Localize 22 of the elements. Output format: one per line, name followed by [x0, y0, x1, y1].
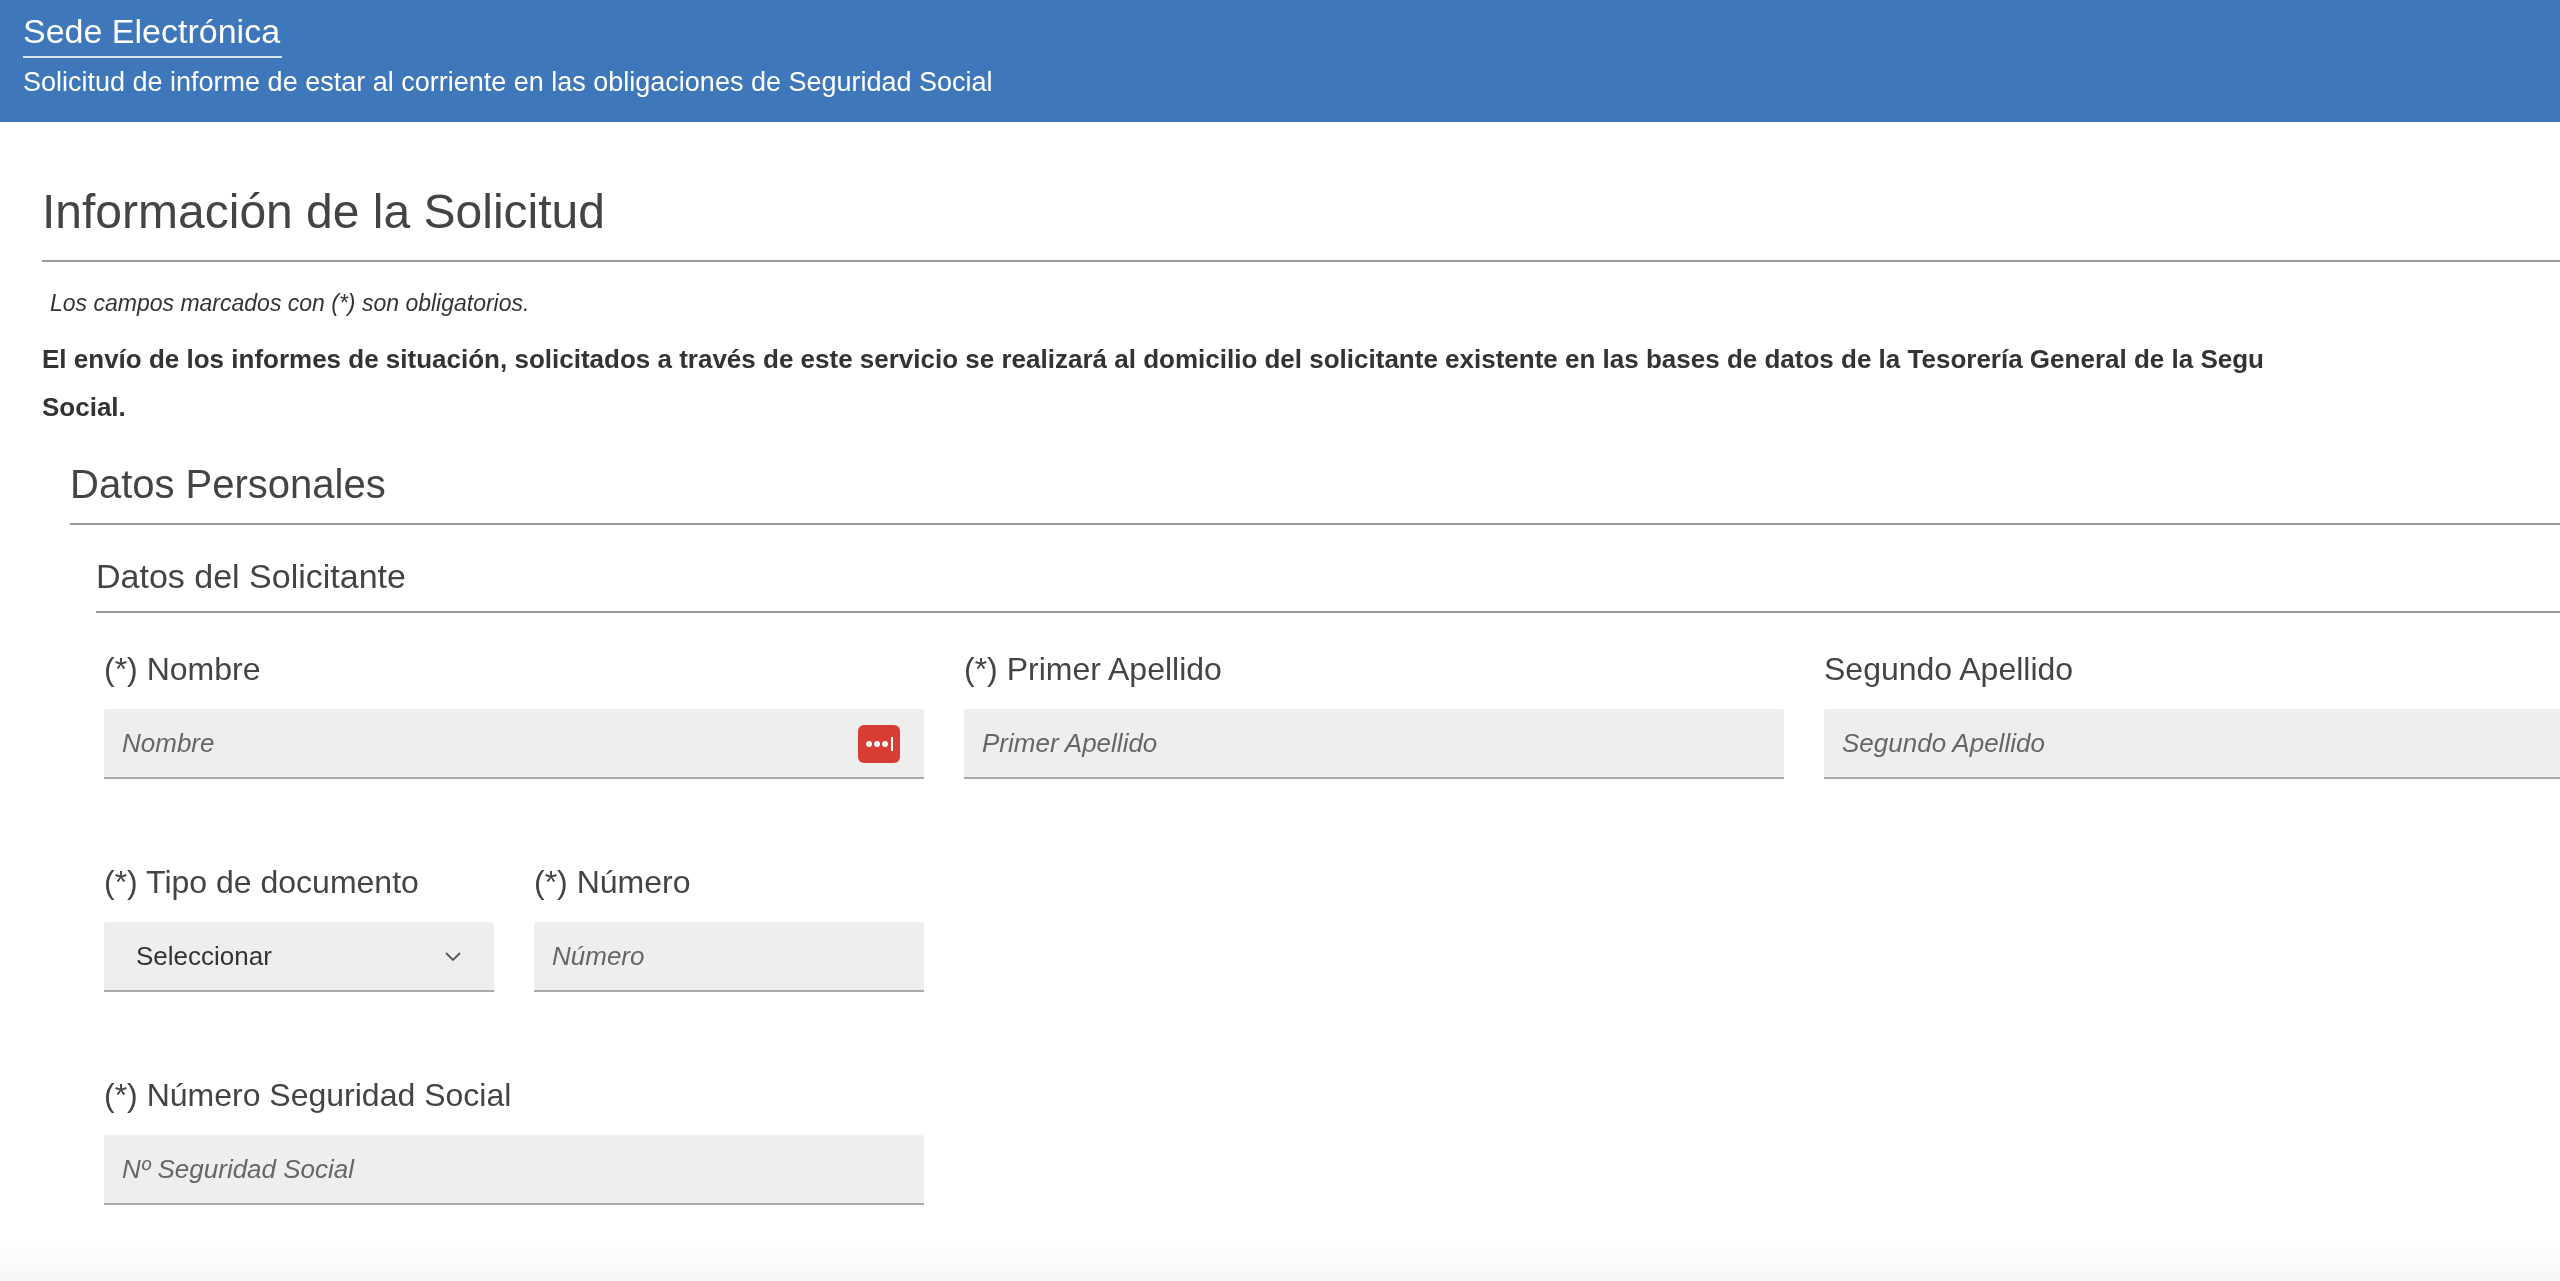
- field-label: Segundo Apellido: [1824, 650, 2075, 689]
- input-field[interactable]: Nº Seguridad Social: [104, 1135, 924, 1205]
- field-label: (*) Nombre: [104, 650, 262, 689]
- subsection-title: Datos Personales: [70, 458, 2560, 525]
- field-label: (*) Número: [534, 863, 692, 902]
- group-title: Datos del Solicitante: [96, 554, 2560, 613]
- password-manager-icon[interactable]: [858, 725, 900, 763]
- notice-text: El envío de los informes de situación, solicitados a través de este servicio se realizará al domicilio del solicitante existente en las bases de datos de la Tesorería General de la Segu: [42, 342, 2265, 376]
- chevron-down-icon: [444, 950, 462, 962]
- field-label: (*) Tipo de documento: [104, 863, 420, 902]
- site-title: Sede Electrónica: [23, 10, 283, 58]
- input-field[interactable]: Segundo Apellido: [1824, 709, 2560, 779]
- document-type-select[interactable]: Seleccionar: [104, 922, 494, 992]
- page-subtitle: Solicitud de informe de estar al corriente en las obligaciones de Seguridad Social: [23, 66, 994, 99]
- input-field[interactable]: Nombre: [104, 709, 924, 779]
- field-label: (*) Primer Apellido: [964, 650, 1223, 689]
- field-label: (*) Número Seguridad Social: [104, 1076, 513, 1115]
- required-note: Los campos marcados con (*) son obligatorios.: [50, 289, 531, 318]
- input-field[interactable]: Número: [534, 922, 924, 992]
- section-title: Información de la Solicitud: [42, 182, 2560, 262]
- notice-text: Social.: [42, 390, 127, 424]
- input-field[interactable]: Primer Apellido: [964, 709, 1784, 779]
